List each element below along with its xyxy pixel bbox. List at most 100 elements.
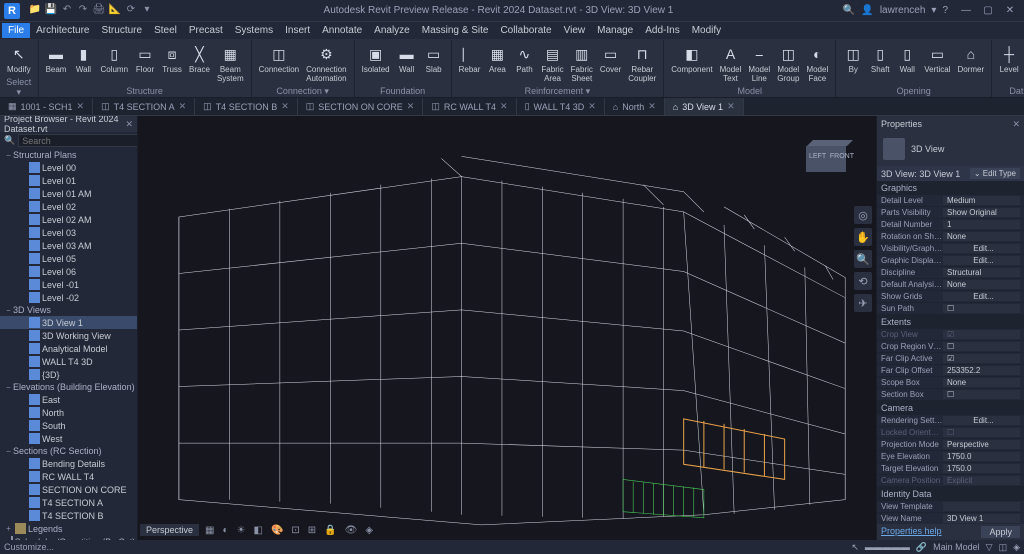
prop-value[interactable]: [943, 330, 1020, 339]
tree-item-level03[interactable]: Level 03: [0, 226, 137, 239]
panel-close-icon[interactable]: ✕: [125, 119, 133, 130]
menu-manage[interactable]: Manage: [591, 23, 639, 38]
tool-wall[interactable]: ▯Wall: [894, 42, 920, 85]
menu-steel[interactable]: Steel: [148, 23, 183, 38]
prop-value[interactable]: [943, 342, 1020, 351]
cube-front-face[interactable]: FRONT: [830, 153, 854, 160]
tree-group-structuralplans[interactable]: −Structural Plans: [0, 149, 137, 161]
tree-item-east[interactable]: East: [0, 393, 137, 406]
tree-item-level05[interactable]: Level 05: [0, 252, 137, 265]
status-customize[interactable]: Customize...: [4, 542, 54, 552]
tree-item-level03am[interactable]: Level 03 AM: [0, 239, 137, 252]
prop-value[interactable]: [943, 304, 1020, 313]
prop-group-extents[interactable]: Extents: [877, 315, 1024, 329]
tree-item-south[interactable]: South: [0, 419, 137, 432]
menu-architecture[interactable]: Architecture: [30, 23, 95, 38]
tool-rebar-coupler[interactable]: ⊓RebarCoupler: [625, 42, 659, 85]
help-icon[interactable]: ?: [942, 5, 948, 16]
qat-sync-icon[interactable]: ⟳: [124, 4, 138, 18]
menu-massingsite[interactable]: Massing & Site: [416, 23, 495, 38]
tree-item-level01am[interactable]: Level 01 AM: [0, 187, 137, 200]
prop-value[interactable]: [943, 428, 1020, 437]
expand-icon[interactable]: −: [4, 151, 13, 160]
tree-item-level01[interactable]: Level 01: [0, 174, 137, 187]
user-dropdown-icon[interactable]: ▾: [931, 5, 936, 16]
prop-group-camera[interactable]: Camera: [877, 401, 1024, 415]
qat-print-icon[interactable]: 🖨: [92, 4, 106, 18]
render-icon[interactable]: 🎨: [269, 525, 285, 536]
doc-tab-t4sectionb[interactable]: ◫T4 SECTION B✕: [195, 98, 298, 115]
status-select-icon[interactable]: ↖: [851, 542, 859, 553]
expand-icon[interactable]: −: [4, 383, 13, 392]
tool-fabric-area[interactable]: ▤FabricArea: [538, 42, 566, 85]
status-filter-icon[interactable]: ▽: [986, 542, 993, 553]
tree-item-t4sectionb[interactable]: T4 SECTION B: [0, 509, 137, 522]
menu-collaborate[interactable]: Collaborate: [494, 23, 557, 38]
tool-model-group[interactable]: ◫ModelGroup: [774, 42, 802, 85]
prop-value[interactable]: [943, 502, 1020, 511]
reveal-icon[interactable]: ◈: [363, 525, 375, 536]
prop-value[interactable]: Edit...: [943, 416, 1020, 425]
doc-tab-1001sch1[interactable]: ▦1001 - SCH1✕: [0, 98, 93, 115]
user-avatar-icon[interactable]: 👤: [861, 5, 873, 16]
expand-icon[interactable]: −: [4, 447, 13, 456]
prop-value[interactable]: [943, 354, 1020, 363]
prop-value[interactable]: Explicit: [943, 476, 1020, 485]
prop-value[interactable]: 1: [943, 220, 1020, 229]
maximize-icon[interactable]: ▢: [978, 5, 998, 16]
tool-beam[interactable]: ▬Beam: [43, 42, 70, 85]
tool-dormer[interactable]: ⌂Dormer: [954, 42, 987, 85]
qat-undo-icon[interactable]: ↶: [60, 4, 74, 18]
tab-close-icon[interactable]: ✕: [588, 101, 596, 112]
tool-path[interactable]: ∿Path: [511, 42, 537, 85]
prop-value[interactable]: 253352.2: [943, 366, 1020, 375]
menu-view[interactable]: View: [558, 23, 592, 38]
menu-precast[interactable]: Precast: [183, 23, 229, 38]
prop-value[interactable]: None: [943, 378, 1020, 387]
tree-item-level01[interactable]: Level -01: [0, 278, 137, 291]
tree-item-3dworkingview[interactable]: 3D Working View: [0, 329, 137, 342]
search-icon[interactable]: 🔍: [843, 5, 855, 16]
panel-close-icon[interactable]: ✕: [1012, 119, 1020, 130]
properties-category[interactable]: 3D View: [877, 132, 1024, 166]
tab-close-icon[interactable]: ✕: [500, 101, 508, 112]
tab-close-icon[interactable]: ✕: [648, 101, 656, 112]
tab-close-icon[interactable]: ✕: [77, 101, 85, 112]
prop-value[interactable]: Edit...: [943, 256, 1020, 265]
tool-floor[interactable]: ▭Floor: [132, 42, 158, 85]
search-icon[interactable]: 🔍: [4, 135, 15, 146]
properties-help-link[interactable]: Properties help: [881, 526, 942, 538]
prop-value[interactable]: None: [943, 232, 1020, 241]
tree-item-analyticalmodel[interactable]: Analytical Model: [0, 342, 137, 355]
steering-wheel-icon[interactable]: ◎: [854, 206, 872, 224]
tool-modify[interactable]: ↖Modify: [4, 42, 34, 76]
menu-modify[interactable]: Modify: [686, 23, 727, 38]
tool-connection-automation[interactable]: ⚙ConnectionAutomation: [303, 42, 349, 85]
tool-model-line[interactable]: ⎯ModelLine: [745, 42, 773, 85]
tool-connection[interactable]: ◫Connection: [256, 42, 302, 85]
prop-value[interactable]: Perspective: [943, 440, 1020, 449]
prop-value[interactable]: None: [943, 280, 1020, 289]
tab-close-icon[interactable]: ✕: [281, 101, 289, 112]
tab-close-icon[interactable]: ✕: [727, 101, 735, 112]
orbit-icon[interactable]: ⟲: [854, 272, 872, 290]
tool-area[interactable]: ▦Area: [484, 42, 510, 85]
tab-close-icon[interactable]: ✕: [407, 101, 415, 112]
doc-tab-wallt43d[interactable]: ▯WALL T4 3D✕: [517, 98, 605, 115]
tree-item-north[interactable]: North: [0, 406, 137, 419]
tool-slab[interactable]: ▭Slab: [421, 42, 447, 85]
shadows-icon[interactable]: ◧: [252, 525, 265, 536]
prop-value[interactable]: 3D View 1: [943, 514, 1020, 523]
expand-icon[interactable]: +: [4, 524, 13, 533]
tool-component[interactable]: ◧Component: [668, 42, 715, 85]
tool-vertical[interactable]: ▭Vertical: [921, 42, 953, 85]
status-worksets-icon[interactable]: ◫: [999, 542, 1008, 553]
status-main-model[interactable]: Main Model: [933, 542, 980, 552]
crop-visible-icon[interactable]: ⊞: [306, 525, 318, 536]
tool-by[interactable]: ◫By: [840, 42, 866, 85]
isolate-icon[interactable]: 👁: [343, 525, 360, 536]
send-icon[interactable]: ✈: [854, 294, 872, 312]
tab-close-icon[interactable]: ✕: [179, 101, 187, 112]
tree-item-rcwallt4[interactable]: RC WALL T4: [0, 470, 137, 483]
cube-left-face[interactable]: LEFT: [809, 153, 826, 160]
